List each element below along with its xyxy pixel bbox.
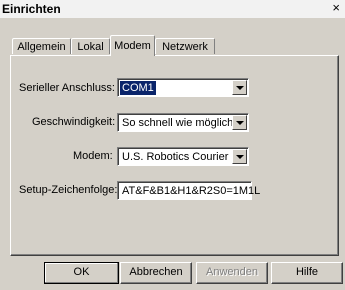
serial-port-value: COM1 [120, 81, 156, 95]
apply-button[interactable]: Anwenden [196, 262, 268, 284]
chevron-down-icon[interactable] [232, 80, 247, 95]
chevron-down-icon[interactable] [232, 149, 247, 164]
speed-value: So schnell wie möglich [122, 117, 234, 129]
modem-label: Modem: [73, 150, 113, 162]
close-icon[interactable]: × [332, 1, 340, 15]
chevron-down-icon[interactable] [232, 115, 247, 130]
tab-netzwerk[interactable]: Netzwerk [155, 38, 215, 54]
cancel-button[interactable]: Abbrechen [120, 262, 192, 284]
tab-label: Lokal [77, 41, 104, 53]
window-title: Einrichten [2, 2, 61, 16]
modem-value: U.S. Robotics Courier [122, 151, 229, 163]
settings-dialog: Einrichten × Allgemein Lokal Modem Netzw… [0, 0, 345, 290]
title-bar: Einrichten × [0, 0, 345, 18]
tab-label: Netzwerk [162, 41, 208, 53]
tab-label: Allgemein [17, 41, 66, 53]
tab-label: Modem [114, 40, 151, 52]
setup-string-value: AT&F&B1&H1&R2S0=1M1L [122, 185, 261, 197]
setup-string-label: Setup-Zeichenfolge: [19, 184, 118, 196]
speed-label: Geschwindigkeit: [32, 116, 116, 128]
modem-select[interactable]: U.S. Robotics Courier [117, 147, 249, 166]
tab-lokal[interactable]: Lokal [71, 38, 110, 54]
serial-port-label: Serieller Anschluss: [19, 82, 115, 94]
setup-string-input[interactable]: AT&F&B1&H1&R2S0=1M1L [117, 181, 260, 200]
help-button[interactable]: Hilfe [271, 262, 343, 284]
speed-select[interactable]: So schnell wie möglich [117, 113, 249, 132]
serial-port-select[interactable]: COM1 [117, 78, 249, 97]
ok-button[interactable]: OK [44, 262, 119, 284]
tab-allgemein[interactable]: Allgemein [12, 38, 71, 54]
tab-modem[interactable]: Modem [110, 35, 155, 56]
